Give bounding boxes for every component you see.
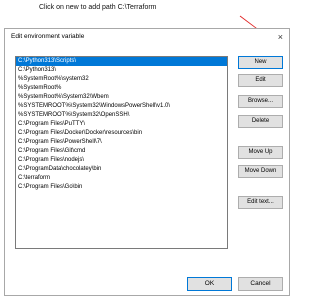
path-list-item[interactable]: C:\Program Files\PuTTY\ (16, 120, 227, 129)
move-down-button[interactable]: Move Down (238, 165, 283, 178)
path-list-item[interactable]: C:\Python313\Scripts\ (16, 57, 227, 66)
path-list-item[interactable]: C:\ProgramData\chocolatey\bin (16, 165, 227, 174)
move-up-button[interactable]: Move Up (238, 146, 283, 159)
close-icon[interactable]: × (278, 31, 283, 43)
title-bar: Edit environment variable × (5, 29, 289, 46)
ok-button[interactable]: OK (187, 277, 232, 291)
cancel-button[interactable]: Cancel (238, 277, 283, 291)
edit-button[interactable]: Edit (238, 74, 283, 87)
path-list-item[interactable]: C:\Python313\ (16, 66, 227, 75)
dialog-title: Edit environment variable (11, 33, 85, 40)
path-list-item[interactable]: %SYSTEMROOT%\System32\OpenSSH\ (16, 111, 227, 120)
edit-text-button[interactable]: Edit text... (238, 196, 283, 209)
path-list[interactable]: C:\Python313\Scripts\ C:\Python313\ %Syste… (15, 56, 228, 249)
path-list-item[interactable]: C:\Program Files\Docker\Docker\resources… (16, 129, 227, 138)
path-list-item[interactable]: %SystemRoot%\system32 (16, 75, 227, 84)
delete-button[interactable]: Delete (238, 115, 283, 128)
path-list-item[interactable]: C:\Program Files\PowerShell\7\ (16, 138, 227, 147)
browse-button[interactable]: Browse... (238, 95, 283, 108)
path-list-item[interactable]: %SystemRoot% (16, 84, 227, 93)
path-list-item[interactable]: %SystemRoot%\System32\Wbem (16, 93, 227, 102)
edit-environment-variable-dialog: Edit environment variable × C:\Python313… (4, 28, 290, 296)
path-list-item[interactable]: C:\Program Files\Go\bin (16, 183, 227, 192)
path-list-item[interactable]: C:\terraform (16, 174, 227, 183)
new-button[interactable]: New (238, 56, 283, 69)
path-list-item[interactable]: C:\Program Files\Git\cmd (16, 147, 227, 156)
path-list-item[interactable]: C:\Program Files\nodejs\ (16, 156, 227, 165)
path-list-item[interactable]: %SYSTEMROOT%\System32\WindowsPowerShell\… (16, 102, 227, 111)
